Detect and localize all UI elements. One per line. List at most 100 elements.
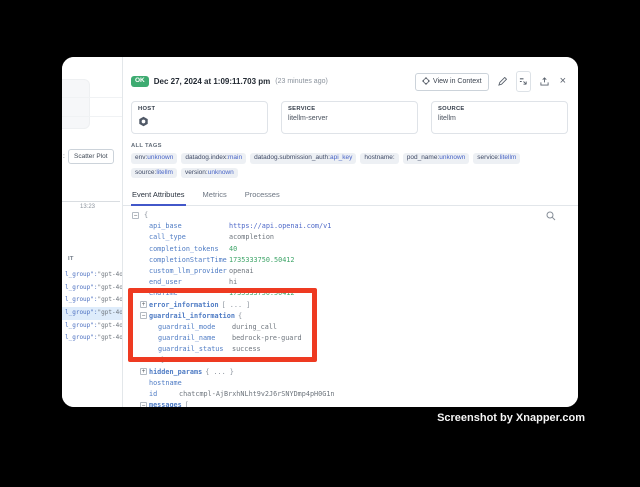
info-card-label: HOST: [138, 106, 261, 112]
tag-key: datadog.index:: [185, 154, 228, 161]
log-key: l_group":: [65, 284, 98, 291]
tag-pill[interactable]: version:unknown: [181, 168, 238, 179]
log-value: "gpt-4o: [98, 284, 122, 291]
attribute-key[interactable]: completionStartTime: [149, 255, 229, 266]
all-tags-label: ALL TAGS: [131, 143, 578, 149]
log-row[interactable]: l_group":"gpt-4o: [62, 269, 122, 282]
tag-key: source:: [135, 169, 156, 176]
log-key: l_group":: [65, 334, 98, 341]
info-cards: HOST SERVICElitellm-server SOURCElitellm: [131, 101, 568, 134]
event-timestamp: Dec 27, 2024 at 1:09:11.703 pm: [154, 77, 271, 86]
scatter-prefix: :: [63, 153, 65, 160]
attribute-key[interactable]: custom_llm_provider: [149, 266, 229, 277]
tag-pill[interactable]: service:litellm: [473, 153, 520, 164]
collapse-icon[interactable]: −: [140, 402, 147, 407]
attribute-value[interactable]: acompletion: [229, 233, 274, 241]
attribute-key[interactable]: id: [149, 389, 179, 400]
pencil-icon: [498, 74, 507, 89]
event-header: OK Dec 27, 2024 at 1:09:11.703 pm (23 mi…: [123, 57, 578, 92]
close-button[interactable]: ×: [558, 75, 568, 88]
tag-key: version:: [185, 169, 208, 176]
json-punct: { ... }: [205, 368, 234, 376]
status-badge: OK: [131, 76, 149, 87]
tag-pill[interactable]: pod_name:unknown: [403, 153, 470, 164]
divider: [62, 97, 122, 98]
tag-value: unknown: [208, 169, 234, 176]
attribute-row: idchatcmpl-AjBrxhNLht9v2J6rSNYDmp4pH0G1n: [123, 389, 578, 400]
tab-event-attributes[interactable]: Event Attributes: [131, 187, 186, 206]
json-punct: [: [185, 401, 189, 407]
tab-processes[interactable]: Processes: [244, 187, 281, 205]
search-attributes-button[interactable]: [546, 209, 556, 224]
tag-key: pod_name:: [407, 154, 440, 161]
attribute-row: −{: [123, 210, 578, 221]
attribute-row: completionStartTime1735333750.50412: [123, 255, 578, 266]
log-key: l_group":: [65, 271, 98, 278]
info-card-source[interactable]: SOURCElitellm: [431, 101, 568, 134]
search-icon: [546, 209, 556, 224]
tab-metrics[interactable]: Metrics: [202, 187, 228, 205]
log-value: "gpt-4o: [98, 296, 122, 303]
log-row[interactable]: l_group":"gpt-4o: [62, 332, 122, 345]
close-icon: ×: [560, 77, 566, 86]
tag-key: env:: [135, 154, 147, 161]
tag-value: unknown: [439, 154, 465, 161]
json-punct: {: [144, 211, 148, 219]
collapse-icon[interactable]: −: [132, 212, 139, 219]
attribute-value[interactable]: https://api.openai.com/v1: [229, 222, 331, 230]
attribute-row: custom_llm_provideropenai: [123, 266, 578, 277]
tag-pill[interactable]: env:unknown: [131, 153, 177, 164]
tag-key: service:: [477, 154, 499, 161]
log-value: "gpt-4o: [98, 334, 122, 341]
log-list: l_group":"gpt-4ol_group":"gpt-4ol_group"…: [62, 269, 122, 345]
info-card-service[interactable]: SERVICElitellm-server: [281, 101, 418, 134]
tag-pill[interactable]: datadog.submission_auth:api_key: [250, 153, 356, 164]
annotation-rectangle: [128, 288, 317, 362]
attribute-value[interactable]: chatcmpl-AjBrxhNLht9v2J6rSNYDmp4pH0G1n: [179, 390, 335, 398]
attribute-key[interactable]: end_user: [149, 277, 229, 288]
attribute-key[interactable]: hostname: [149, 378, 182, 389]
log-row[interactable]: l_group":"gpt-4o: [62, 307, 122, 320]
export-button[interactable]: [538, 72, 551, 91]
attribute-row: completion_tokens40: [123, 244, 578, 255]
attribute-row: end_userhi: [123, 277, 578, 288]
attribute-value[interactable]: openai: [229, 267, 254, 275]
header-actions: View in Context: [415, 71, 568, 92]
log-column-header: IT: [68, 256, 74, 262]
watermark: Screenshot by Xnapper.com: [437, 412, 585, 424]
time-axis-tick: 13:23: [80, 204, 95, 210]
attribute-value[interactable]: 1735333750.50412: [229, 256, 294, 264]
tag-pill[interactable]: source:litellm: [131, 168, 177, 179]
tag-pill[interactable]: datadog.index:main: [181, 153, 246, 164]
info-card-host[interactable]: HOST: [131, 101, 268, 134]
edit-button[interactable]: [496, 72, 509, 91]
divider: [62, 116, 122, 117]
log-key: l_group":: [65, 309, 98, 316]
tag-key: hostname:: [364, 154, 394, 161]
export-icon: [540, 74, 549, 89]
attribute-key[interactable]: hidden_params: [149, 367, 202, 378]
tags-list: env:unknowndatadog.index:maindatadog.sub…: [131, 153, 568, 178]
tag-value: main: [228, 154, 242, 161]
log-row[interactable]: l_group":"gpt-4o: [62, 320, 122, 333]
log-row[interactable]: l_group":"gpt-4o: [62, 294, 122, 307]
trace-icon: [519, 74, 528, 89]
scope-icon: [422, 77, 430, 87]
attribute-key[interactable]: messages: [149, 400, 182, 407]
scatter-plot-button[interactable]: Scatter Plot: [68, 149, 114, 164]
attribute-key[interactable]: completion_tokens: [149, 244, 229, 255]
relative-time: (23 minutes ago): [275, 78, 328, 85]
view-in-context-button[interactable]: View in Context: [415, 73, 489, 91]
attribute-value[interactable]: 40: [229, 245, 237, 253]
attribute-row: hostname: [123, 378, 578, 389]
tag-pill[interactable]: hostname:: [360, 153, 398, 164]
attribute-row: api_basehttps://api.openai.com/v1: [123, 221, 578, 232]
trace-view-button[interactable]: [516, 71, 531, 92]
log-row[interactable]: l_group":"gpt-4o: [62, 282, 122, 295]
attribute-key[interactable]: call_type: [149, 232, 229, 243]
attribute-key[interactable]: api_base: [149, 221, 229, 232]
host-hexagon-icon: [138, 114, 149, 132]
expand-icon[interactable]: +: [140, 368, 147, 375]
tag-value: api_key: [330, 154, 352, 161]
attribute-value[interactable]: hi: [229, 278, 237, 286]
